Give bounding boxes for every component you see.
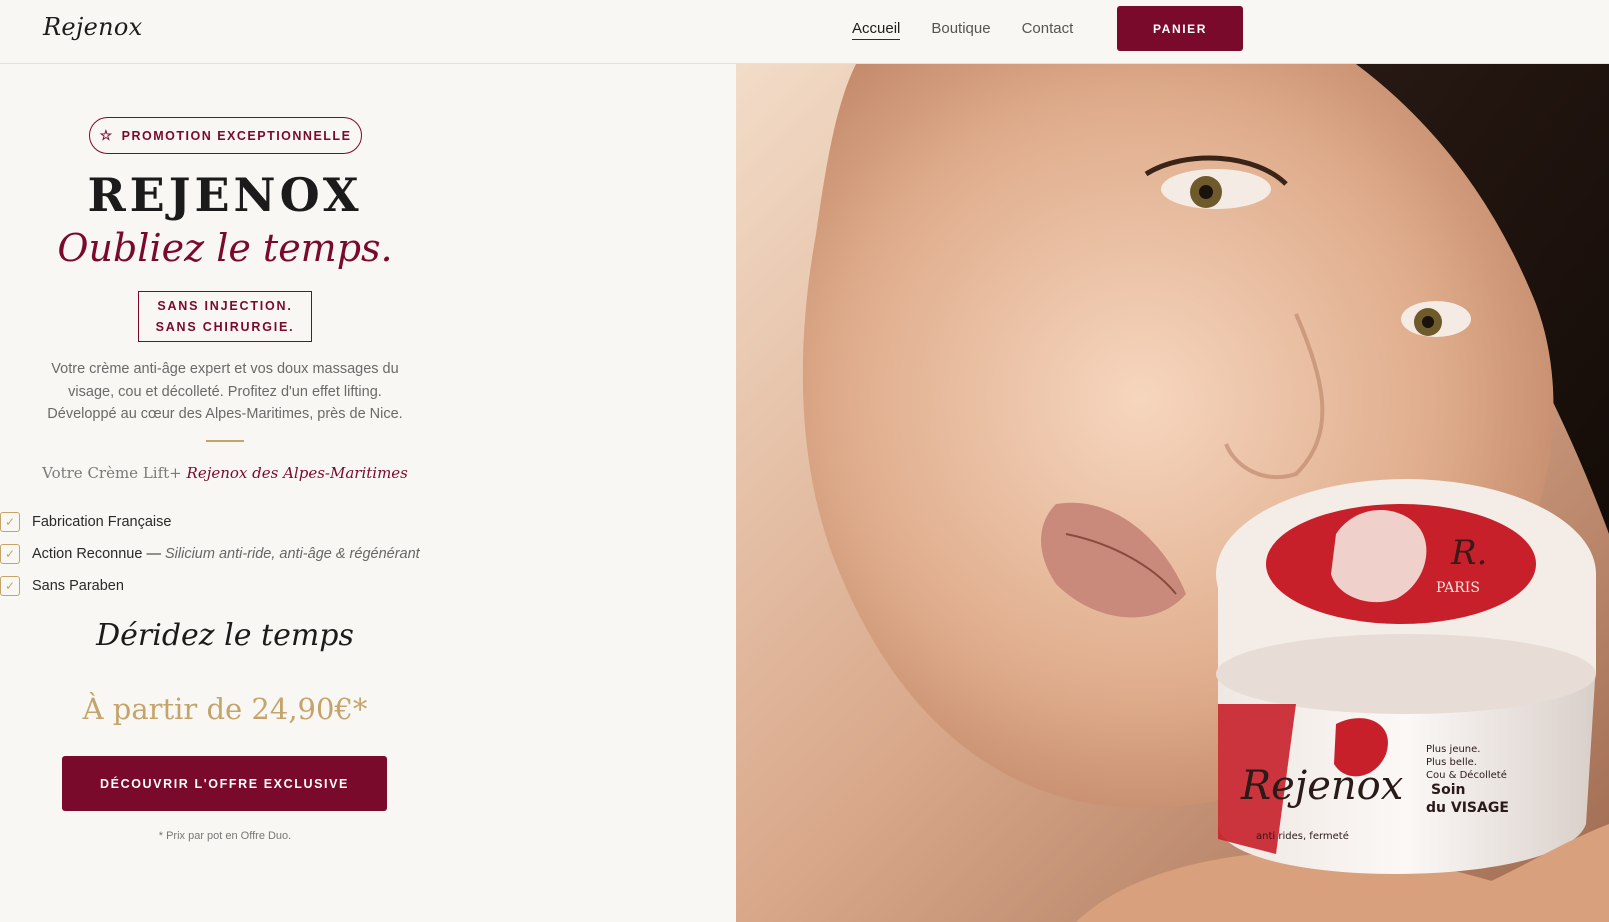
no-surgery-line: SANS CHIRURGIE. [155,319,295,334]
promo-badge-label: PROMOTION EXCEPTIONNELLE [121,128,352,143]
site-logo[interactable]: Rejenox [43,13,142,41]
no-injection-line: SANS INJECTION. [157,298,293,313]
check-icon: ✓ [0,576,20,596]
feature-label: Sans Paraben [32,578,124,594]
feature-item: ✓ Fabrication Française [0,506,420,538]
description-line-3: Développé au cœur des Alpes-Maritimes, p… [47,406,403,422]
jar-label-line2: du VISAGE [1426,800,1509,816]
feature-label: Fabrication Française [32,514,172,530]
cart-button[interactable]: PANIER [1117,6,1243,51]
star-icon: ☆ [99,127,114,143]
woman-with-cream-jar-image: R. PARIS Rejenox Soin du VISAGE Plus jeu… [736,64,1609,922]
cream-jar-image: R. PARIS Rejenox Soin du VISAGE Plus jeu… [1216,479,1596,874]
price-text: À partir de 24,90€* [82,692,368,726]
jar-label-brand: Rejenox [1240,763,1403,809]
brand-title: REJENOX [87,168,363,222]
price-footnote: * Prix par pot en Offre Duo. [158,830,292,842]
subtitle-prefix: Votre Crème Lift+ [42,464,182,482]
jar-label-line1: Soin [1431,782,1465,798]
tagline: Oubliez le temps. [57,226,393,270]
description-line-1: Votre crème anti-âge expert et vos doux … [51,361,399,377]
feature-detail: Silicium anti-ride, anti-âge & régénéran… [165,546,420,562]
nav-link-boutique[interactable]: Boutique [931,20,990,40]
subtitle-emphasis: Rejenox des Alpes-Maritimes [186,464,408,482]
feature-list: ✓ Fabrication Française ✓ Action Reconnu… [0,506,420,602]
promo-badge: ☆ PROMOTION EXCEPTIONNELLE [89,117,362,154]
main-nav: Accueil Boutique Contact [852,20,1104,40]
nav-link-contact[interactable]: Contact [1022,20,1074,40]
description-line-2: visage, cou et décolleté. Profitez d'un … [68,383,382,400]
hero-content: ☆ PROMOTION EXCEPTIONNELLE REJENOX Oubli… [0,64,736,922]
check-icon: ✓ [0,544,20,564]
discover-offer-button[interactable]: DÉCOUVRIR L'OFFRE EXCLUSIVE [62,756,387,811]
jar-label-tag2: Plus belle. [1426,757,1477,768]
nav-link-accueil[interactable]: Accueil [852,20,901,40]
section-heading: Déridez le temps [96,618,354,653]
feature-label: Action Reconnue — [32,546,161,562]
feature-item: ✓ Sans Paraben [0,570,420,602]
jar-lid-brand: R. [1450,533,1487,573]
product-description: Votre crème anti-âge expert et vos doux … [30,358,420,426]
feature-item: ✓ Action Reconnue — Silicium anti-ride, … [0,538,420,570]
jar-label-tag3: Cou & Décolleté [1426,769,1507,781]
no-injection-box: SANS INJECTION. SANS CHIRURGIE. [138,291,312,342]
subtitle: Votre Crème Lift+ Rejenox des Alpes-Mari… [0,464,450,482]
site-header: Rejenox Accueil Boutique Contact PANIER [0,0,1609,64]
jar-label-tag1: Plus jeune. [1426,744,1480,755]
jar-lid-city: PARIS [1436,580,1480,596]
check-icon: ✓ [0,512,20,532]
gold-divider [206,440,244,442]
jar-label-bottom: anti rides, fermeté [1256,830,1349,842]
hero-photo: R. PARIS Rejenox Soin du VISAGE Plus jeu… [736,64,1609,922]
